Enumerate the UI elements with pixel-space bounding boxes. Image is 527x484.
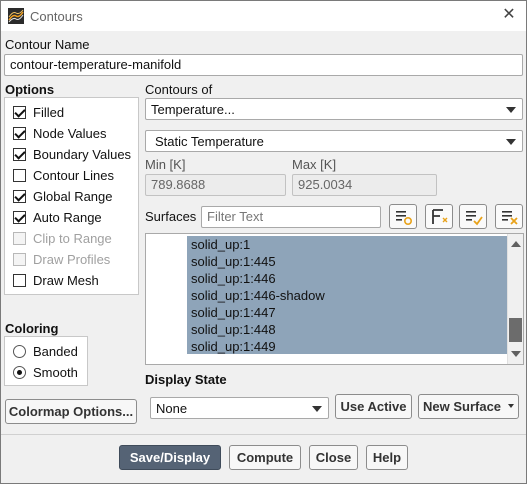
- coloring-group: Banded Smooth: [4, 336, 88, 386]
- option-clip-to-range: Clip to Range: [13, 229, 112, 247]
- surface-groups-button[interactable]: [389, 204, 417, 229]
- draw-mesh-checkbox[interactable]: [13, 273, 26, 287]
- display-state-select[interactable]: None: [150, 397, 329, 419]
- option-label: Node Values: [33, 125, 107, 141]
- contour-name-label: Contour Name: [5, 37, 90, 52]
- surfaces-label: Surfaces: [145, 209, 197, 224]
- options-label: Options: [5, 82, 55, 97]
- list-item[interactable]: solid_up:1:446: [191, 270, 276, 287]
- title-bar: Contours ✕: [1, 1, 526, 31]
- contours-dialog: Contours ✕ Contour Name contour-temperat…: [0, 0, 527, 484]
- chevron-down-icon: [506, 139, 516, 145]
- contour-app-icon: [8, 8, 24, 24]
- option-filled[interactable]: Filled: [13, 103, 64, 121]
- option-boundary-values[interactable]: Boundary Values: [13, 145, 131, 163]
- save-display-button[interactable]: Save/Display: [119, 445, 221, 470]
- select-all-icon: [466, 211, 483, 226]
- new-surface-button[interactable]: New Surface: [418, 394, 519, 419]
- surfaces-filter-input[interactable]: Filter Text: [201, 206, 381, 228]
- list-item[interactable]: solid_up:1:447: [191, 304, 276, 321]
- help-button[interactable]: Help: [366, 445, 408, 470]
- display-state-label: Display State: [145, 372, 227, 387]
- close-window-icon[interactable]: ✕: [500, 6, 518, 24]
- option-label: Global Range: [33, 188, 113, 204]
- chevron-down-icon: [508, 404, 514, 408]
- option-label: Filled: [33, 104, 65, 120]
- filled-checkbox[interactable]: [13, 105, 26, 119]
- contours-of-quantity-select[interactable]: Static Temperature: [145, 130, 523, 152]
- option-node-values[interactable]: Node Values: [13, 124, 106, 142]
- contours-of-category-select[interactable]: Temperature...: [145, 98, 523, 120]
- contour-lines-checkbox[interactable]: [13, 168, 26, 182]
- draw-profiles-checkbox: [13, 252, 26, 266]
- option-auto-range[interactable]: Auto Range: [13, 208, 102, 226]
- option-draw-mesh[interactable]: Draw Mesh: [13, 271, 99, 289]
- auto-range-checkbox[interactable]: [13, 210, 26, 224]
- option-label: Clip to Range: [33, 230, 112, 246]
- surfaces-list[interactable]: solid_up:1 solid_up:1:445 solid_up:1:446…: [145, 233, 524, 365]
- use-active-button[interactable]: Use Active: [335, 394, 412, 419]
- scroll-thumb[interactable]: [509, 318, 522, 342]
- quantity-value: Static Temperature: [155, 134, 264, 149]
- footer-divider: [1, 434, 526, 435]
- list-settings-icon: [396, 211, 413, 226]
- list-item[interactable]: solid_up:1:446-shadow: [191, 287, 325, 304]
- scroll-down-icon[interactable]: [511, 351, 521, 357]
- min-label: Min [K]: [145, 157, 186, 172]
- filter-dropdown-icon: [432, 209, 448, 224]
- filter-placeholder: Filter Text: [207, 209, 264, 224]
- option-label: Draw Profiles: [33, 251, 111, 267]
- coloring-banded[interactable]: Banded: [13, 342, 78, 360]
- min-value-field: 789.8688: [145, 174, 286, 196]
- list-item[interactable]: solid_up:1: [191, 236, 250, 253]
- option-contour-lines[interactable]: Contour Lines: [13, 166, 114, 184]
- chevron-down-icon: [312, 406, 322, 412]
- colormap-options-button[interactable]: Colormap Options...: [5, 399, 137, 424]
- radio-label: Smooth: [33, 364, 78, 380]
- scroll-up-icon[interactable]: [511, 241, 521, 247]
- banded-radio[interactable]: [13, 344, 26, 358]
- select-all-surfaces-button[interactable]: [459, 204, 487, 229]
- coloring-smooth[interactable]: Smooth: [13, 363, 78, 381]
- contour-name-input[interactable]: contour-temperature-manifold: [4, 54, 523, 76]
- list-item[interactable]: solid_up:1:449: [191, 338, 276, 355]
- category-value: Temperature...: [151, 102, 235, 117]
- max-label: Max [K]: [292, 157, 337, 172]
- option-label: Boundary Values: [33, 146, 132, 162]
- options-group: Filled Node Values Boundary Values Conto…: [4, 97, 139, 295]
- option-global-range[interactable]: Global Range: [13, 187, 113, 205]
- list-item[interactable]: solid_up:1:448: [191, 321, 276, 338]
- display-state-value: None: [156, 401, 188, 416]
- option-label: Auto Range: [33, 209, 102, 225]
- node-values-checkbox[interactable]: [13, 126, 26, 140]
- chevron-down-icon: [506, 107, 516, 113]
- surfaces-scrollbar[interactable]: [507, 234, 523, 364]
- deselect-all-icon: [502, 211, 518, 225]
- max-value-field: 925.0034: [292, 174, 437, 196]
- boundary-values-checkbox[interactable]: [13, 147, 26, 161]
- option-label: Contour Lines: [33, 167, 114, 183]
- surface-filter-menu-button[interactable]: [425, 204, 453, 229]
- list-item[interactable]: solid_up:1:445: [191, 253, 276, 270]
- clip-to-range-checkbox: [13, 231, 26, 245]
- close-button[interactable]: Close: [309, 445, 358, 470]
- deselect-all-surfaces-button[interactable]: [495, 204, 523, 229]
- option-draw-profiles: Draw Profiles: [13, 250, 110, 268]
- compute-button[interactable]: Compute: [229, 445, 301, 470]
- new-surface-label: New Surface: [423, 399, 502, 414]
- window-title: Contours: [30, 9, 83, 24]
- option-label: Draw Mesh: [33, 272, 99, 288]
- global-range-checkbox[interactable]: [13, 189, 26, 203]
- smooth-radio[interactable]: [13, 365, 26, 379]
- radio-label: Banded: [33, 343, 78, 359]
- contours-of-label: Contours of: [145, 82, 213, 97]
- coloring-label: Coloring: [5, 321, 59, 336]
